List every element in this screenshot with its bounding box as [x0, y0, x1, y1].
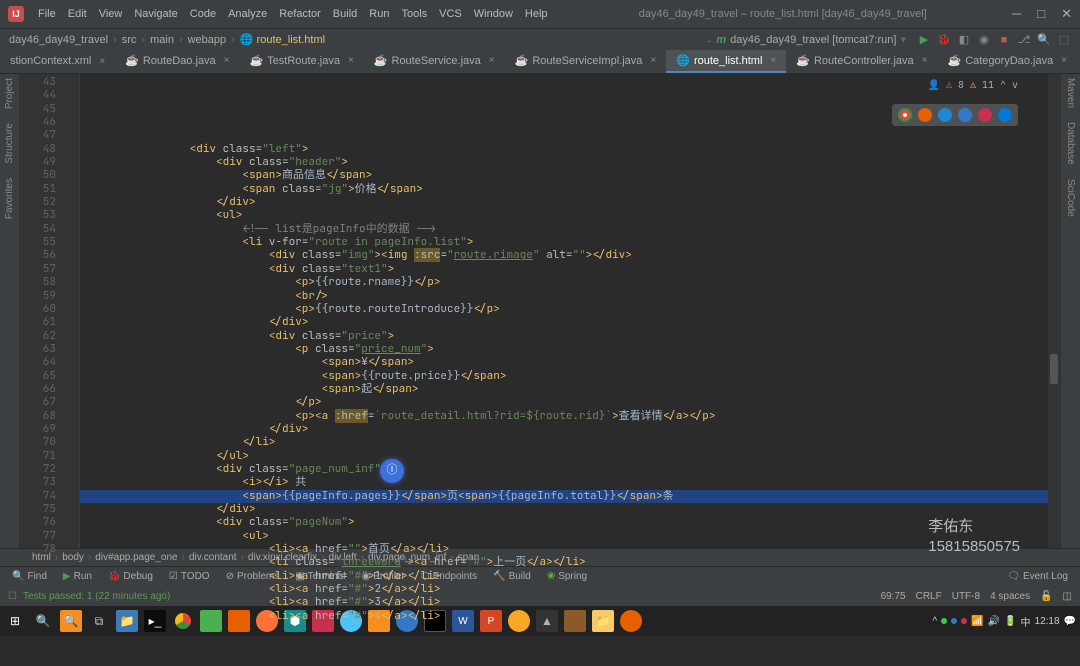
debug-button-icon[interactable]: 🐞 — [935, 31, 953, 49]
menu-refactor[interactable]: Refactor — [273, 8, 327, 20]
scroll-thumb[interactable] — [1050, 354, 1058, 384]
everything-icon[interactable]: 🔍 — [60, 610, 82, 632]
menu-view[interactable]: View — [93, 8, 129, 20]
left-tool-stripe: Project Structure Favorites — [0, 74, 20, 548]
favorites-tool-button[interactable]: Favorites — [4, 178, 15, 219]
menu-vcs[interactable]: VCS — [433, 8, 468, 20]
menu-navigate[interactable]: Navigate — [128, 8, 183, 20]
watermark-phone: 15815850575 — [928, 537, 1020, 557]
browser-preview-panel — [892, 104, 1018, 126]
code-editor[interactable]: 👤 ⚠8 ⚠11 ^ v Ⓘ <div class="left"> <div c… — [80, 74, 1048, 548]
scicode-tool-button[interactable]: SciCode — [1065, 179, 1076, 217]
back-icon[interactable]: ← — [705, 34, 716, 46]
menu-help[interactable]: Help — [519, 8, 554, 20]
crumb-project[interactable]: day46_day49_travel — [6, 34, 111, 46]
run-configuration[interactable]: m day46_day49_travel [tomcat7:run] ▾ — [716, 33, 906, 46]
navigation-bar: day46_day49_travel› src› main› webapp› 🌐… — [0, 28, 1080, 50]
cursor-presence-icon: Ⓘ — [380, 459, 404, 483]
safari-icon[interactable] — [958, 108, 972, 122]
tab-close-icon[interactable]: × — [99, 56, 105, 67]
right-tool-stripe: Maven Database SciCode — [1060, 74, 1080, 548]
coverage-icon[interactable]: ◧ — [955, 31, 973, 49]
git-icon[interactable]: ⎇ — [1015, 31, 1033, 49]
crumb-src[interactable]: src — [119, 34, 140, 46]
tab-routecontroller[interactable]: ☕RouteController.java× — [786, 50, 937, 73]
tab-stioncontext[interactable]: stionContext.xml× — [0, 51, 115, 73]
crumb-webapp[interactable]: webapp — [185, 34, 230, 46]
maven-icon: m — [716, 34, 726, 46]
maven-tool-button[interactable]: Maven — [1065, 78, 1076, 108]
editor-tabs: stionContext.xml× ☕RouteDao.java× ☕TestR… — [0, 50, 1080, 74]
menu-edit[interactable]: Edit — [62, 8, 93, 20]
editor-scrollbar[interactable] — [1048, 74, 1060, 548]
ie-icon[interactable] — [938, 108, 952, 122]
start-menu-icon[interactable]: ⊞ — [4, 610, 26, 632]
tab-categorydao[interactable]: ☕CategoryDao.java× — [937, 50, 1077, 73]
minimize-icon[interactable]: ─ — [1012, 6, 1021, 22]
crumb-main[interactable]: main — [147, 34, 177, 46]
tab-routeservice[interactable]: ☕RouteService.java× — [364, 50, 505, 73]
database-tool-button[interactable]: Database — [1065, 122, 1076, 165]
chrome-icon[interactable] — [898, 108, 912, 122]
window-title: day46_day49_travel – route_list.html [da… — [554, 8, 1013, 20]
menu-window[interactable]: Window — [468, 8, 519, 20]
menu-build[interactable]: Build — [327, 8, 363, 20]
inspection-status[interactable]: 👤 ⚠8 ⚠11 ^ v — [928, 78, 1018, 91]
search-taskbar-icon[interactable]: 🔍 — [32, 610, 54, 632]
stop-button-icon[interactable]: ■ — [995, 31, 1013, 49]
opera-icon[interactable] — [978, 108, 992, 122]
titlebar: IJ File Edit View Navigate Code Analyze … — [0, 0, 1080, 28]
editor-area: Project Structure Favorites 434445464748… — [0, 74, 1080, 548]
fold-gutter[interactable] — [66, 74, 80, 548]
profile-icon[interactable]: ◉ — [975, 31, 993, 49]
edge-icon[interactable] — [998, 108, 1012, 122]
firefox-icon[interactable] — [918, 108, 932, 122]
app-logo-icon: IJ — [8, 6, 24, 22]
find-tool-button[interactable]: 🔍Find — [6, 571, 53, 582]
error-count-icon: ⚠ — [946, 78, 952, 91]
status-icon: ☐ — [8, 591, 17, 602]
menu-run[interactable]: Run — [363, 8, 395, 20]
settings-icon[interactable]: ⬚ — [1055, 31, 1073, 49]
menu-tools[interactable]: Tools — [395, 8, 433, 20]
search-icon[interactable]: 🔍 — [1035, 31, 1053, 49]
close-icon[interactable]: ✕ — [1061, 6, 1072, 22]
tab-routelist-html[interactable]: 🌐route_list.html× — [666, 50, 786, 73]
maximize-icon[interactable]: □ — [1037, 6, 1045, 22]
line-number-gutter[interactable]: 4344454647484950515253545556575859606162… — [20, 74, 66, 548]
user-icon: 👤 — [928, 78, 940, 91]
menu-analyze[interactable]: Analyze — [222, 8, 273, 20]
watermark: 李佑东 15815850575 — [928, 517, 1020, 556]
tray-notification-icon[interactable]: 💬 — [1064, 616, 1076, 627]
run-button-icon[interactable]: ▶ — [915, 31, 933, 49]
mem-indicator-icon[interactable]: ◫ — [1063, 591, 1072, 602]
structure-tool-button[interactable]: Structure — [4, 123, 15, 164]
tab-routeserviceimpl[interactable]: ☕RouteServiceImpl.java× — [505, 50, 667, 73]
menu-code[interactable]: Code — [184, 8, 222, 20]
warning-count-icon: ⚠ — [970, 78, 976, 91]
watermark-name: 李佑东 — [928, 517, 1020, 537]
crumb-file[interactable]: 🌐 route_list.html — [237, 33, 328, 46]
menu-file[interactable]: File — [32, 8, 62, 20]
project-tool-button[interactable]: Project — [4, 78, 15, 109]
tab-testroute[interactable]: ☕TestRoute.java× — [239, 50, 363, 73]
tab-routedao[interactable]: ☕RouteDao.java× — [115, 50, 239, 73]
